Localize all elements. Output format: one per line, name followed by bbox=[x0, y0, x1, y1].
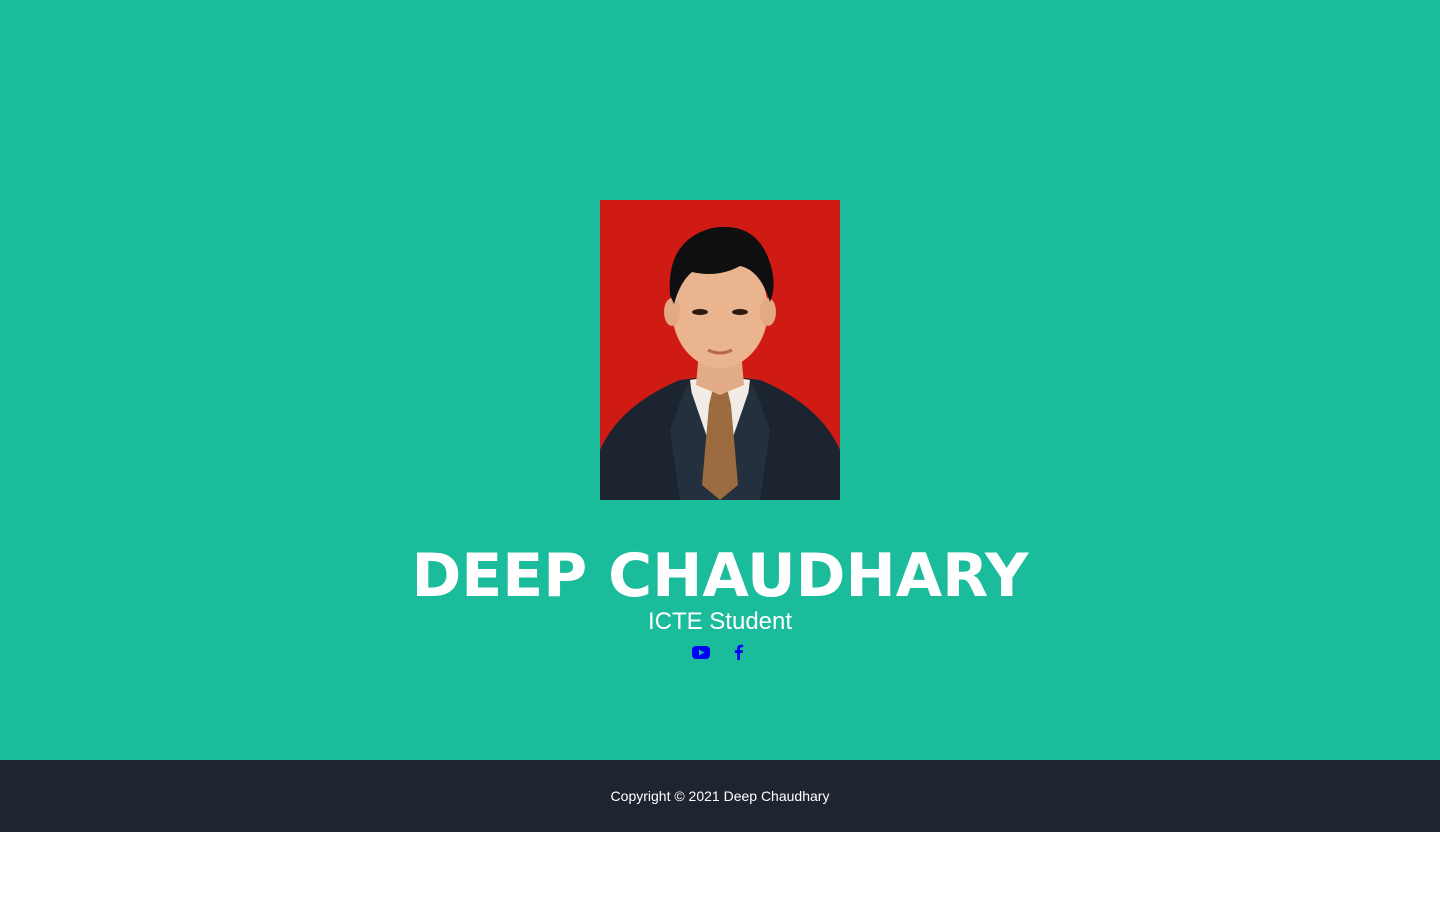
facebook-link[interactable] bbox=[730, 640, 748, 664]
youtube-icon bbox=[692, 646, 710, 659]
profile-name: DEEP CHAUDHARY bbox=[411, 541, 1029, 611]
social-links bbox=[0, 640, 1440, 664]
hero-section: DEEP CHAUDHARY ICTE Student bbox=[0, 0, 1440, 760]
profile-photo bbox=[600, 200, 840, 500]
youtube-link[interactable] bbox=[692, 640, 710, 664]
copyright-text: Copyright © 2021 Deep Chaudhary bbox=[610, 788, 830, 804]
facebook-icon bbox=[734, 644, 744, 660]
profile-role: ICTE Student bbox=[647, 608, 793, 635]
